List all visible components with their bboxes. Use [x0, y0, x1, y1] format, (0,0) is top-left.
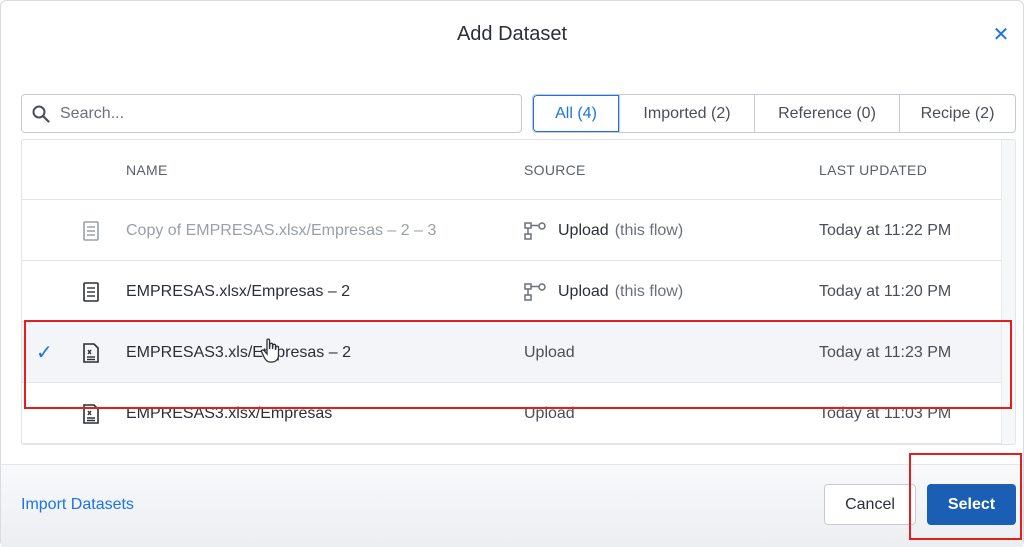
close-icon[interactable]: ✕ — [991, 25, 1011, 45]
source-label: Upload — [558, 222, 609, 240]
table-row[interactable]: EMPRESAS3.xlsx/Empresas Upload Today at … — [22, 383, 1002, 444]
search-input[interactable] — [60, 105, 480, 123]
tab-all[interactable]: All (4) — [533, 95, 619, 132]
dataset-name: EMPRESAS3.xls/Empresas – 2 — [126, 322, 351, 383]
search-box[interactable] — [21, 94, 522, 133]
last-updated: Today at 11:20 PM — [819, 261, 951, 322]
filter-tabs: All (4) Imported (2) Reference (0) Recip… — [532, 94, 1016, 133]
tab-imported[interactable]: Imported (2) — [619, 95, 754, 132]
dataset-icon — [82, 200, 100, 261]
dataset-icon — [82, 261, 100, 322]
table-row[interactable]: ✓ EMPRESAS3.xls/Empresas – 2 Upload Toda… — [22, 322, 1002, 383]
search-icon — [32, 105, 50, 123]
dataset-source: Upload (this flow) — [524, 200, 683, 261]
add-dataset-dialog: Add Dataset ✕ All (4) Imported (2) Refer… — [0, 0, 1024, 547]
source-note: (this flow) — [615, 222, 683, 240]
table-header: NAME SOURCE LAST UPDATED — [22, 140, 1002, 200]
tab-recipe[interactable]: Recipe (2) — [899, 95, 1015, 132]
excel-file-icon — [82, 322, 100, 383]
dataset-source: Upload — [524, 383, 575, 444]
tab-reference[interactable]: Reference (0) — [754, 95, 899, 132]
select-button[interactable]: Select — [927, 484, 1016, 525]
source-note: (this flow) — [615, 283, 683, 301]
dataset-table: NAME SOURCE LAST UPDATED Copy of EMPRESA… — [21, 139, 1016, 445]
column-header-name[interactable]: NAME — [126, 162, 168, 178]
last-updated: Today at 11:23 PM — [819, 322, 951, 383]
checkmark-icon: ✓ — [36, 322, 53, 383]
dataset-source: Upload — [524, 322, 575, 383]
column-header-source[interactable]: SOURCE — [524, 162, 586, 178]
table-row[interactable]: Copy of EMPRESAS.xlsx/Empresas – 2 – 3 U… — [22, 200, 1002, 261]
dataset-name: EMPRESAS.xlsx/Empresas – 2 — [126, 261, 350, 322]
import-datasets-link[interactable]: Import Datasets — [21, 496, 134, 514]
excel-file-icon — [82, 383, 100, 444]
footer-divider — [1, 464, 1023, 465]
dataset-name: EMPRESAS3.xlsx/Empresas — [126, 383, 332, 444]
dataset-name: Copy of EMPRESAS.xlsx/Empresas – 2 – 3 — [126, 200, 436, 261]
source-label: Upload — [558, 283, 609, 301]
flow-icon — [524, 222, 546, 240]
flow-icon — [524, 283, 546, 301]
source-label: Upload — [524, 344, 575, 362]
column-header-last-updated[interactable]: LAST UPDATED — [819, 162, 927, 178]
source-label: Upload — [524, 405, 575, 423]
dataset-source: Upload (this flow) — [524, 261, 683, 322]
table-row[interactable]: EMPRESAS.xlsx/Empresas – 2 Upload (this … — [22, 261, 1002, 322]
dialog-title: Add Dataset — [1, 23, 1023, 46]
table-scrollbar[interactable] — [1001, 140, 1015, 445]
cancel-button[interactable]: Cancel — [824, 484, 916, 525]
last-updated: Today at 11:03 PM — [819, 383, 951, 444]
last-updated: Today at 11:22 PM — [819, 200, 951, 261]
